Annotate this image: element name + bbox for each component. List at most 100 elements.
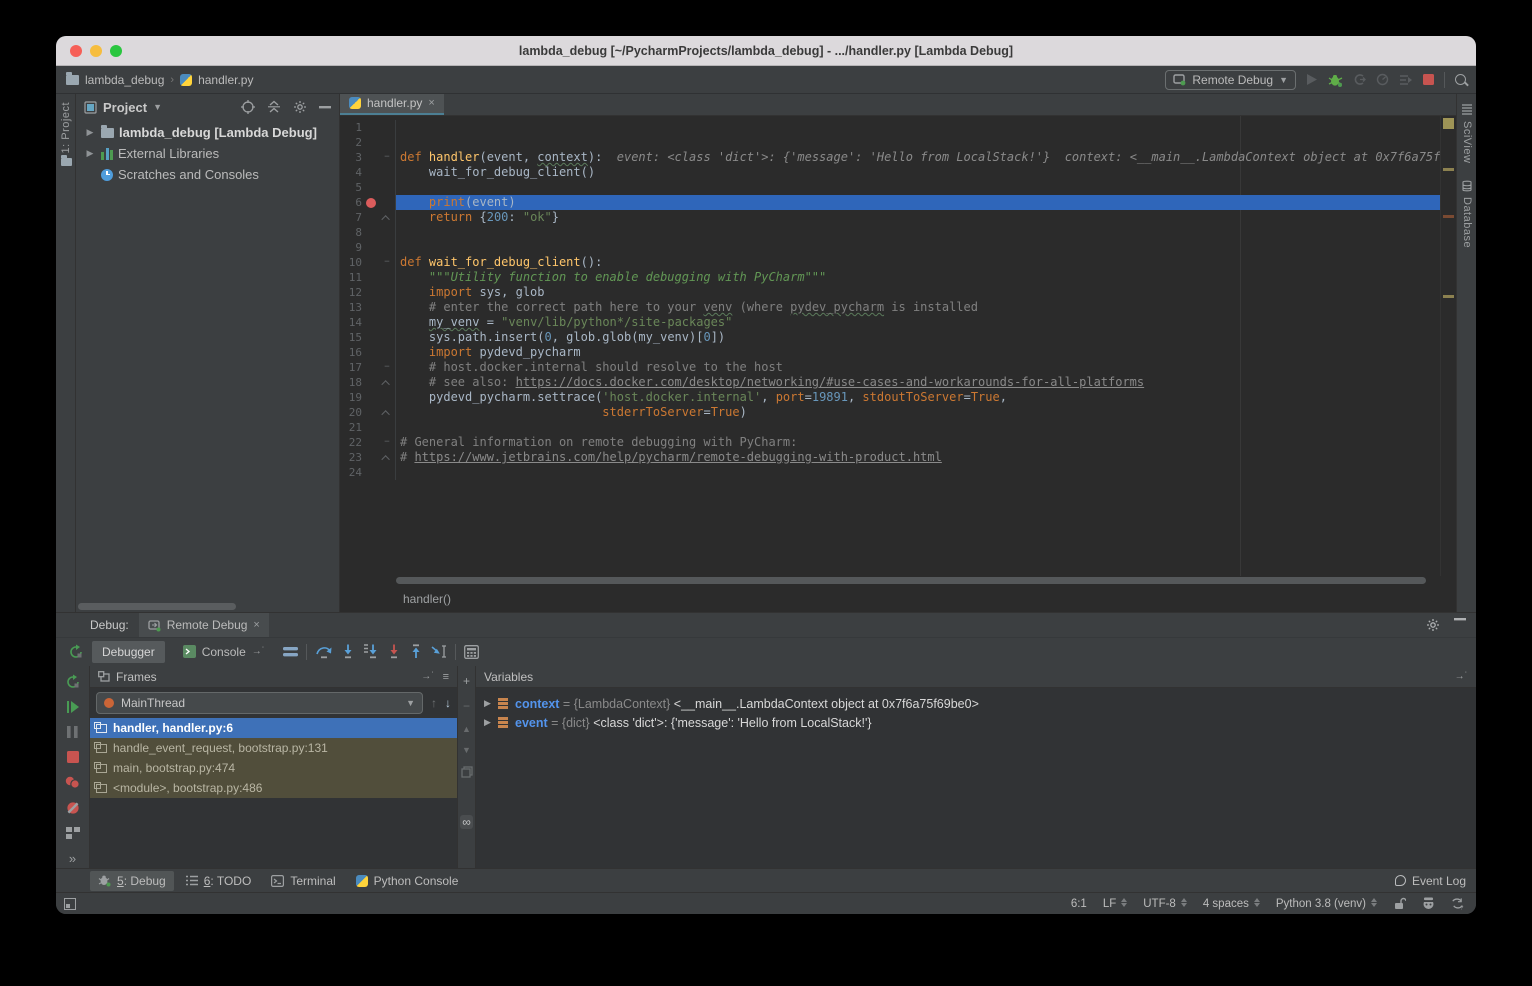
hide-panel-icon[interactable] bbox=[1454, 618, 1466, 621]
fold-marker[interactable] bbox=[380, 135, 394, 150]
previous-frame-icon[interactable]: ↑ bbox=[431, 696, 437, 710]
editor-tab-label[interactable]: handler.py bbox=[367, 96, 422, 110]
breakpoint-slot[interactable] bbox=[362, 435, 380, 450]
code-line[interactable]: 9 bbox=[340, 240, 1440, 255]
expand-arrow-icon[interactable]: ▶ bbox=[484, 717, 498, 728]
inspection-status-square[interactable] bbox=[1443, 118, 1454, 129]
breakpoint-slot[interactable] bbox=[362, 420, 380, 435]
breakpoint-slot[interactable] bbox=[362, 240, 380, 255]
gutter[interactable]: 19 bbox=[340, 390, 396, 405]
breadcrumb-file[interactable]: handler.py bbox=[198, 73, 253, 87]
line-separator-widget[interactable]: LF bbox=[1103, 898, 1127, 910]
code-line[interactable]: 8 bbox=[340, 225, 1440, 240]
code-line[interactable]: 22−# General information on remote debug… bbox=[340, 435, 1440, 450]
breakpoint-slot[interactable] bbox=[362, 345, 380, 360]
fold-marker[interactable] bbox=[380, 405, 394, 420]
breakpoint-slot[interactable] bbox=[362, 210, 380, 225]
remove-watch-icon[interactable]: − bbox=[463, 699, 470, 713]
event-log-label[interactable]: Event Log bbox=[1412, 874, 1466, 888]
frame-label[interactable]: handle_event_request, bootstrap.py:131 bbox=[113, 741, 328, 755]
debug-button[interactable] bbox=[1328, 73, 1343, 87]
gutter[interactable]: 20 bbox=[340, 405, 396, 420]
code-line[interactable]: 11 """Utility function to enable debuggi… bbox=[340, 270, 1440, 285]
warning-mark[interactable] bbox=[1443, 215, 1454, 218]
event-log-button[interactable]: Event Log bbox=[1395, 874, 1466, 888]
caret-position[interactable]: 6:1 bbox=[1071, 898, 1087, 910]
gutter[interactable]: 7 bbox=[340, 210, 396, 225]
code-line[interactable]: 15 sys.path.insert(0, glob.glob(my_venv)… bbox=[340, 330, 1440, 345]
gutter[interactable]: 1 bbox=[340, 120, 396, 135]
more-actions-icon[interactable]: » bbox=[63, 849, 83, 868]
force-step-into-icon[interactable] bbox=[363, 644, 379, 659]
gutter[interactable]: 13 bbox=[340, 300, 396, 315]
pause-icon[interactable] bbox=[67, 726, 78, 738]
fold-marker[interactable] bbox=[380, 180, 394, 195]
breakpoint-slot[interactable] bbox=[362, 465, 380, 480]
gutter[interactable]: 5 bbox=[340, 180, 396, 195]
profiler-button[interactable] bbox=[1376, 73, 1389, 86]
gutter[interactable]: 2 bbox=[340, 135, 396, 150]
breadcrumb-project[interactable]: lambda_debug bbox=[85, 73, 164, 87]
breakpoint-slot[interactable] bbox=[362, 315, 380, 330]
gutter[interactable]: 8 bbox=[340, 225, 396, 240]
hide-panel-icon[interactable] bbox=[319, 106, 331, 109]
code-line[interactable]: 2 bbox=[340, 135, 1440, 150]
pin-icon[interactable]: →˙ bbox=[421, 671, 434, 683]
mute-breakpoints-icon[interactable] bbox=[66, 801, 80, 815]
gutter[interactable]: 22− bbox=[340, 435, 396, 450]
code-area[interactable]: 123−def handler(event, context): event: … bbox=[340, 116, 1440, 576]
toolwindow-button-label[interactable]: 5: Debug bbox=[117, 874, 166, 888]
tab-console[interactable]: Console →˙ bbox=[173, 641, 275, 663]
fold-marker[interactable] bbox=[380, 420, 394, 435]
chevron-down-icon[interactable]: ▼ bbox=[153, 102, 162, 112]
run-configuration-select[interactable]: Remote Debug ▼ bbox=[1165, 70, 1296, 90]
add-watch-icon[interactable]: + bbox=[463, 674, 470, 688]
warning-mark[interactable] bbox=[1443, 295, 1454, 298]
tree-item-label[interactable]: Scratches and Consoles bbox=[118, 167, 259, 182]
debug-session-tab[interactable]: Remote Debug × bbox=[139, 613, 269, 637]
breakpoint-slot[interactable] bbox=[362, 360, 380, 375]
frame-label[interactable]: handler, handler.py:6 bbox=[113, 721, 233, 735]
breakpoint-slot[interactable] bbox=[362, 405, 380, 420]
breakpoint-slot[interactable] bbox=[362, 255, 380, 270]
move-down-icon[interactable]: ▼ bbox=[462, 745, 471, 755]
code-line[interactable]: 4 wait_for_debug_client() bbox=[340, 165, 1440, 180]
breakpoint-slot[interactable] bbox=[362, 165, 380, 180]
code-line[interactable]: 24 bbox=[340, 465, 1440, 480]
pin-icon[interactable]: →˙ bbox=[252, 646, 265, 657]
editor-tab-handler[interactable]: handler.py × bbox=[340, 94, 444, 115]
fold-marker[interactable] bbox=[380, 330, 394, 345]
fold-marker[interactable] bbox=[380, 465, 394, 480]
gutter[interactable]: 11 bbox=[340, 270, 396, 285]
sciview-stripe-label[interactable]: SciView bbox=[1461, 121, 1473, 163]
project-tree-item[interactable]: ▶lambda_debug [Lambda Debug] bbox=[76, 122, 339, 143]
gutter[interactable]: 15 bbox=[340, 330, 396, 345]
fold-marker[interactable] bbox=[380, 300, 394, 315]
fold-marker[interactable] bbox=[380, 270, 394, 285]
gutter[interactable]: 23 bbox=[340, 450, 396, 465]
step-into-my-code-icon[interactable] bbox=[387, 644, 401, 659]
fold-marker[interactable] bbox=[380, 210, 394, 225]
fold-marker[interactable]: − bbox=[380, 255, 394, 270]
code-line[interactable]: 23# https://www.jetbrains.com/help/pycha… bbox=[340, 450, 1440, 465]
gutter[interactable]: 10− bbox=[340, 255, 396, 270]
database-stripe-label[interactable]: Database bbox=[1461, 197, 1473, 248]
breakpoint-slot[interactable] bbox=[362, 285, 380, 300]
encoding-widget[interactable]: UTF-8 bbox=[1143, 898, 1187, 910]
step-out-icon[interactable] bbox=[409, 644, 423, 659]
fold-marker[interactable] bbox=[380, 390, 394, 405]
pin-icon[interactable]: →˙ bbox=[1455, 671, 1468, 682]
gutter[interactable]: 4 bbox=[340, 165, 396, 180]
zoom-window-button[interactable] bbox=[110, 45, 122, 57]
expand-arrow-icon[interactable]: ▶ bbox=[484, 698, 498, 709]
thread-selector[interactable]: MainThread ▼ bbox=[96, 692, 423, 714]
fold-marker[interactable] bbox=[380, 120, 394, 135]
toolwindow-button-label[interactable]: Terminal bbox=[290, 874, 335, 888]
minimize-window-button[interactable] bbox=[90, 45, 102, 57]
debug-session-tab-label[interactable]: Remote Debug bbox=[167, 618, 248, 632]
toolwindow-button-terminal[interactable]: Terminal bbox=[263, 871, 343, 891]
run-to-cursor-icon[interactable] bbox=[431, 644, 447, 659]
fold-marker[interactable] bbox=[380, 165, 394, 180]
gutter[interactable]: 16 bbox=[340, 345, 396, 360]
variable-name[interactable]: event bbox=[515, 716, 548, 730]
